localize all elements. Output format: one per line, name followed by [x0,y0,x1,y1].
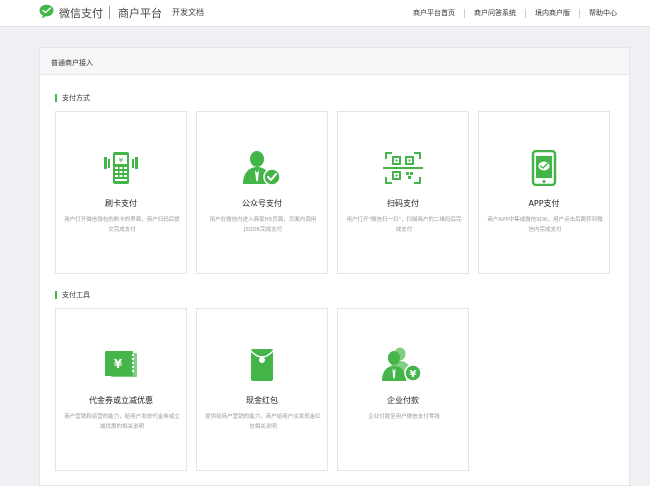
card-title: APP支付 [528,199,560,208]
card-title: 扫码支付 [387,199,419,208]
svg-text:¥: ¥ [114,357,123,371]
card-description: 用户打开微信钱包的刷卡的界面，商户扫码后提交完成支付 [64,217,180,233]
coupon-icon: ¥ [105,351,137,377]
card-title: 刷卡支付 [105,199,137,208]
card-description: 商户APP中集成微信SDK，用户点击后跳转到微信内完成支付 [487,217,603,233]
svg-text:¥: ¥ [410,369,417,380]
panel-title: 普通商户接入 [40,48,629,75]
card-title: 代金券或立减优惠 [89,396,153,405]
card-app-pay[interactable]: APP支付 商户APP中集成微信SDK，用户点击后跳转到微信内完成支付 [478,111,610,274]
brand-divider [109,6,110,19]
card-red-packet[interactable]: 现金红包 提供给商户营销的能力，商户给用户派发现金红包相关说明 [196,308,328,471]
svg-text:¥: ¥ [119,157,124,165]
card-title: 现金红包 [246,396,278,405]
card-description: 用户打开"微信扫一扫"，扫描商户的二维码后完成支付 [346,217,462,233]
nav-merchant-home[interactable]: 商户平台首页 [404,8,464,18]
wechat-pay-logo-icon[interactable] [39,4,56,20]
card-coupon[interactable]: ¥ 代金券或立减优惠 商户营销和运营的能力，给用户发放代金券或立减优惠的相关说明 [55,308,187,471]
brand-name[interactable]: 微信支付 [59,5,103,21]
nav-qa-system[interactable]: 商户问答系统 [465,8,525,18]
top-nav: 商户平台首页 商户问答系统 境内商户版 帮助中心 [404,8,617,18]
card-micropay[interactable]: ¥ 刷卡支付 用户打开微信钱包的刷卡的界面，商户扫码后提交完成支付 [55,111,187,274]
pos-terminal-icon: ¥ [104,152,138,184]
card-description: 提供给商户营销的能力，商户给用户派发现金红包相关说明 [205,414,321,430]
enterprise-payment-icon: ¥ [382,347,422,382]
card-description: 用户在微信内进入商家H5页面，页面内调用JSSDK完成支付 [209,217,317,233]
qr-code-icon [383,152,423,184]
card-native-pay[interactable]: 扫码支付 用户打开"微信扫一扫"，扫描商户的二维码后完成支付 [337,111,469,274]
mobile-app-icon [531,150,557,186]
card-description: 商户营销和运营的能力，给用户发放代金券或立减优惠的相关说明 [64,414,180,430]
main-panel: 普通商户接入 支付方式 ¥ 刷卡支付 用户打开微信钱包的刷卡的界面，商户扫码后提… [39,47,630,486]
card-jsapi-pay[interactable]: 公众号支付 用户在微信内进入商家H5页面，页面内调用JSSDK完成支付 [196,111,328,274]
docs-label: 开发文档 [172,8,204,17]
section-title-payment-methods: 支付方式 [55,94,90,102]
card-title: 公众号支付 [242,199,282,208]
platform-name[interactable]: 商户平台 [118,5,162,21]
section-title-payment-tools: 支付工具 [55,291,90,299]
red-packet-icon [250,349,274,381]
nav-help-center[interactable]: 帮助中心 [580,8,617,18]
card-enterprise-payment[interactable]: ¥ 企业付款 企业付款至用户微信支付零钱 [337,308,469,471]
card-title: 企业付款 [387,396,419,405]
card-description: 企业付款至用户微信支付零钱 [368,414,440,420]
user-check-icon [243,151,281,186]
top-header: 微信支付 商户平台 开发文档 商户平台首页 商户问答系统 境内商户版 帮助中心 [0,0,650,27]
nav-domestic-merchant[interactable]: 境内商户版 [526,8,579,18]
